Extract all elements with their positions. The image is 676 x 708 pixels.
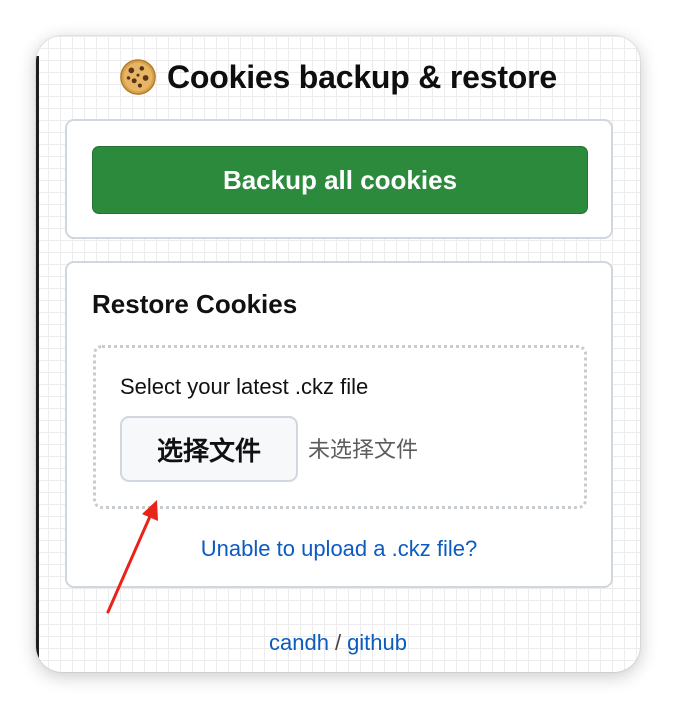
screenshot-stage: Cookies backup & restore Backup all cook…	[0, 0, 676, 708]
background-window-edge	[36, 56, 39, 668]
restore-heading: Restore Cookies	[92, 289, 298, 319]
select-file-label: Select your latest .ckz file	[120, 374, 369, 399]
backup-all-cookies-button[interactable]: Backup all cookies	[92, 146, 588, 214]
footer-separator: /	[334, 630, 342, 655]
author-link[interactable]: candh	[269, 630, 329, 655]
popup-title: Cookies backup & restore	[36, 58, 640, 96]
restore-card: Restore Cookies Select your latest .ckz …	[65, 261, 613, 588]
cookie-icon	[120, 59, 156, 95]
backup-card: Backup all cookies	[65, 119, 613, 239]
choose-file-button[interactable]: 选择文件	[120, 416, 298, 482]
file-drop-zone[interactable]: Select your latest .ckz file 选择文件 未选择文件	[93, 345, 587, 509]
unable-to-upload-link[interactable]: Unable to upload a .ckz file?	[67, 536, 611, 562]
github-link[interactable]: github	[347, 630, 407, 655]
no-file-selected-text: 未选择文件	[308, 437, 419, 462]
popup-title-text: Cookies backup & restore	[167, 58, 557, 95]
extension-popup: Cookies backup & restore Backup all cook…	[36, 36, 640, 672]
footer: candh / github	[36, 630, 640, 656]
